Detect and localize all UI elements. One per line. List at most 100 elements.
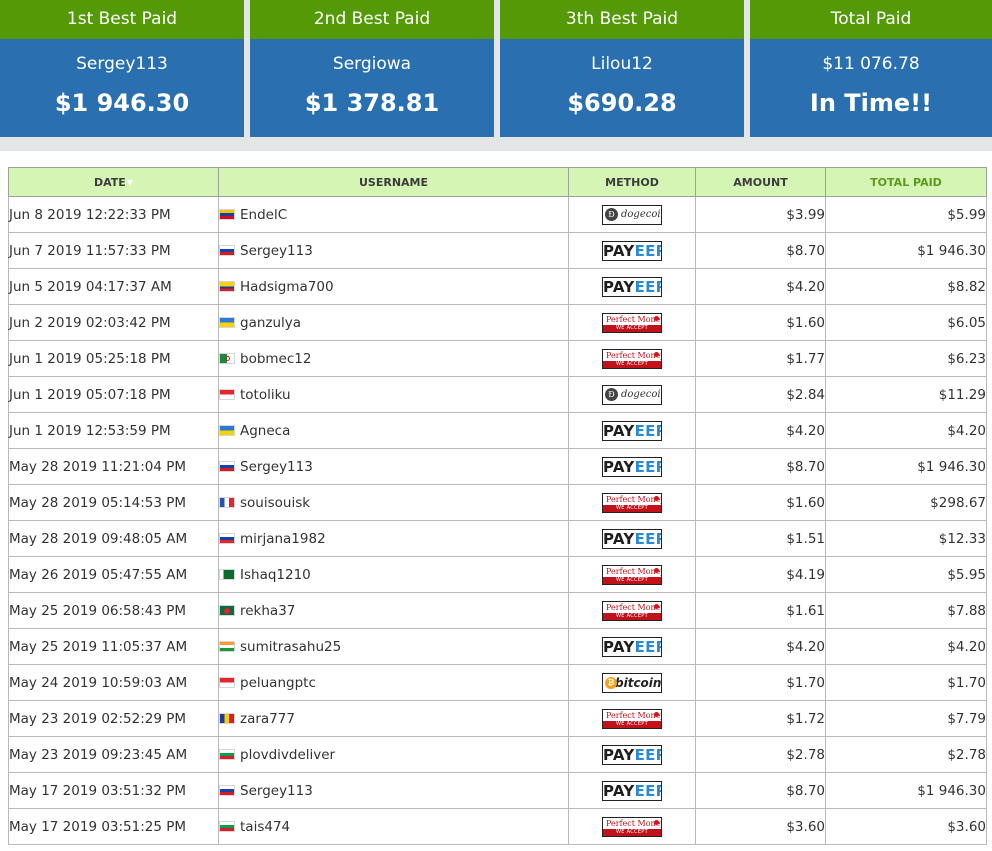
cell-amount: $1.72	[695, 700, 826, 737]
stat-card-heading: Total Paid	[750, 0, 992, 39]
country-flag-icon	[219, 244, 235, 256]
cell-amount: $8.70	[695, 232, 826, 269]
cell-date: May 17 2019 03:51:25 PM	[8, 808, 219, 845]
stat-card-name: Sergey113	[76, 54, 168, 74]
cell-method: Perfect Money WE ACCEPT	[568, 340, 696, 377]
cell-method: PAYEER	[568, 736, 696, 773]
cell-username: sumitrasahu25	[218, 628, 569, 665]
country-flag-icon	[219, 676, 235, 688]
country-flag-icon	[219, 712, 235, 724]
column-header-method[interactable]: METHOD	[568, 167, 696, 197]
cell-date: May 25 2019 11:05:37 AM	[8, 628, 219, 665]
perfect-money-logo-icon: Perfect Money WE ACCEPT	[602, 492, 662, 513]
stat-card-name: Lilou12	[591, 54, 653, 74]
payeer-logo-icon: PAYEER	[602, 420, 662, 441]
stat-card-value: $1 946.30	[54, 89, 190, 117]
country-flag-icon	[219, 820, 235, 832]
cell-date: Jun 1 2019 05:07:18 PM	[8, 376, 219, 413]
column-header-amount[interactable]: AMOUNT	[695, 167, 826, 197]
country-flag-icon	[219, 640, 235, 652]
cell-total-paid: $7.88	[825, 592, 987, 629]
cell-amount: $3.60	[695, 808, 826, 845]
stat-card-body: Sergiowa $1 378.81	[250, 39, 494, 137]
table-row: May 28 2019 09:48:05 AM mirjana1982 PAYEER…	[8, 520, 987, 557]
payeer-logo-icon: PAYEER	[602, 636, 662, 657]
cell-method: Perfect Money WE ACCEPT	[568, 484, 696, 521]
column-header-date[interactable]: DATE▼	[8, 167, 219, 197]
username-text: EndelC	[240, 206, 288, 223]
table-row: May 23 2019 02:52:29 PM zara777 Perfect Mo…	[8, 700, 987, 737]
table-row: Jun 1 2019 12:53:59 PM Agneca PAYEER $4.20$…	[8, 412, 987, 449]
cell-date: May 28 2019 09:48:05 AM	[8, 520, 219, 557]
username-text: Sergey113	[240, 242, 313, 259]
cell-method: bitcoin	[568, 664, 696, 701]
cell-method: PAYEER	[568, 628, 696, 665]
cell-username: Sergey113	[218, 772, 569, 809]
stat-card-body: Lilou12 $690.28	[500, 39, 744, 137]
column-header-total-paid[interactable]: TOTAL PAID	[825, 167, 987, 197]
country-flag-icon	[219, 352, 235, 364]
table-row: May 17 2019 03:51:32 PM Sergey113 PAYEER $8…	[8, 772, 987, 809]
country-flag-icon	[219, 496, 235, 508]
country-flag-icon	[219, 208, 235, 220]
country-flag-icon	[219, 532, 235, 544]
column-header-username[interactable]: USERNAME	[218, 167, 569, 197]
country-flag-icon	[219, 388, 235, 400]
cell-amount: $1.51	[695, 520, 826, 557]
sort-desc-icon[interactable]: ▼	[127, 178, 133, 187]
payouts-table: DATE▼ USERNAME METHOD AMOUNT TOTAL PAID …	[8, 167, 987, 845]
username-text: tais474	[240, 818, 291, 835]
username-text: ganzulya	[240, 314, 302, 331]
table-row: May 17 2019 03:51:25 PM tais474 Perfect Mo…	[8, 808, 987, 845]
cell-total-paid: $5.95	[825, 556, 987, 593]
cell-total-paid: $1 946.30	[825, 772, 987, 809]
cell-method: Perfect Money WE ACCEPT	[568, 592, 696, 629]
table-row: Jun 2 2019 02:03:42 PM ganzulya Perfect Mo…	[8, 304, 987, 341]
table-row: Jun 1 2019 05:25:18 PM bobmec12 Perfect Mo…	[8, 340, 987, 377]
cell-method: PAYEER	[568, 520, 696, 557]
cell-method: dogecoin	[568, 196, 696, 233]
perfect-money-logo-icon: Perfect Money WE ACCEPT	[602, 600, 662, 621]
table-header-row: DATE▼ USERNAME METHOD AMOUNT TOTAL PAID	[8, 167, 987, 197]
perfect-money-logo-icon: Perfect Money WE ACCEPT	[602, 312, 662, 333]
stats-cards: 1st Best Paid Sergey113 $1 946.30 2nd Be…	[0, 0, 992, 137]
cell-total-paid: $3.60	[825, 808, 987, 845]
cell-username: bobmec12	[218, 340, 569, 377]
username-text: Ishaq1210	[240, 566, 311, 583]
cell-username: Agneca	[218, 412, 569, 449]
username-text: totoliku	[240, 386, 291, 403]
cell-username: Sergey113	[218, 448, 569, 485]
cell-username: souisouisk	[218, 484, 569, 521]
cell-amount: $1.60	[695, 304, 826, 341]
stat-card-name: Sergiowa	[332, 54, 412, 74]
cell-username: zara777	[218, 700, 569, 737]
cell-username: plovdivdeliver	[218, 736, 569, 773]
cell-date: Jun 7 2019 11:57:33 PM	[8, 232, 219, 269]
username-text: rekha37	[240, 602, 296, 619]
username-text: Hadsigma700	[240, 278, 334, 295]
username-text: mirjana1982	[240, 530, 326, 547]
cell-amount: $1.61	[695, 592, 826, 629]
cell-amount: $1.70	[695, 664, 826, 701]
payeer-logo-icon: PAYEER	[602, 456, 662, 477]
cell-total-paid: $7.79	[825, 700, 987, 737]
country-flag-icon	[219, 424, 235, 436]
cell-amount: $4.19	[695, 556, 826, 593]
cell-amount: $8.70	[695, 448, 826, 485]
cell-username: peluangptc	[218, 664, 569, 701]
cell-method: Perfect Money WE ACCEPT	[568, 556, 696, 593]
payeer-logo-icon: PAYEER	[602, 744, 662, 765]
cell-amount: $4.20	[695, 628, 826, 665]
dogecoin-logo-icon: dogecoin	[602, 384, 662, 405]
cell-date: Jun 5 2019 04:17:37 AM	[8, 268, 219, 305]
country-flag-icon	[219, 784, 235, 796]
cell-username: EndelC	[218, 196, 569, 233]
stat-card-body: $11 076.78 In Time!!	[750, 39, 992, 137]
country-flag-icon	[219, 316, 235, 328]
table-row: May 24 2019 10:59:03 AM peluangptc bitcoin…	[8, 664, 987, 701]
cell-date: May 28 2019 11:21:04 PM	[8, 448, 219, 485]
cell-date: Jun 1 2019 05:25:18 PM	[8, 340, 219, 377]
cell-amount: $4.20	[695, 268, 826, 305]
payeer-logo-icon: PAYEER	[602, 780, 662, 801]
username-text: souisouisk	[240, 494, 311, 511]
